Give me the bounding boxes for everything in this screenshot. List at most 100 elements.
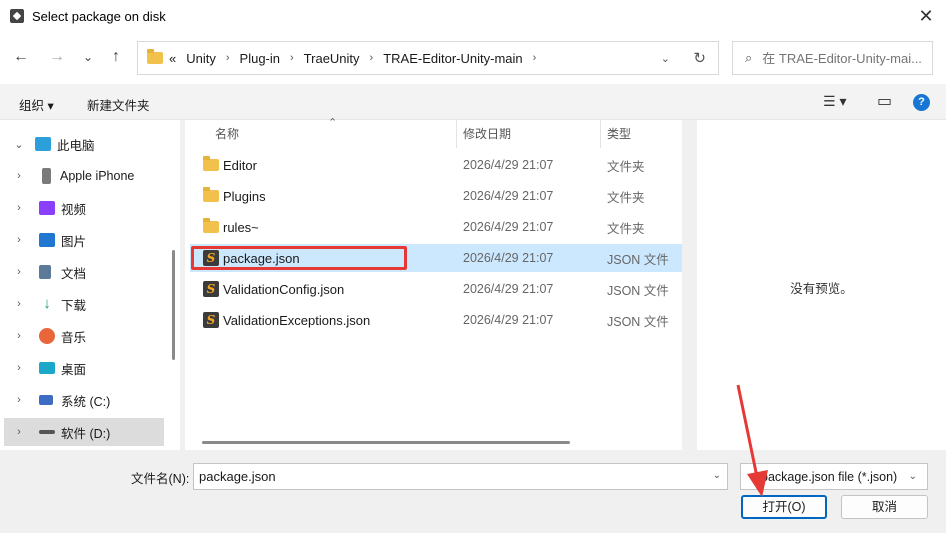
address-bar[interactable]: « Unity › Plug-in › TraeUnity › TRAE-Edi…: [137, 41, 719, 75]
back-arrow-icon[interactable]: ←: [10, 46, 32, 68]
chevron-down-icon[interactable]: ⌄: [909, 471, 917, 482]
file-name: ValidationConfig.json: [223, 281, 345, 297]
column-divider[interactable]: [456, 120, 457, 148]
folder-icon: [147, 49, 163, 64]
preview-pane-icon[interactable]: ▭: [877, 91, 892, 111]
sidebar-item-label: 视频: [61, 202, 87, 217]
help-icon[interactable]: ?: [913, 94, 930, 111]
file-name: Editor: [223, 157, 257, 173]
file-type: JSON 文件: [607, 314, 669, 329]
chevron-right-icon[interactable]: ›: [9, 234, 29, 246]
recent-locations-icon[interactable]: ⌄: [77, 46, 99, 68]
sidebar-item-apple-iphone[interactable]: › Apple iPhone: [4, 162, 164, 190]
search-box[interactable]: ⌕: [732, 41, 933, 75]
column-header-date[interactable]: 修改日期: [463, 120, 511, 146]
sidebar-item-label: 文档: [61, 266, 87, 281]
overflow-icon[interactable]: «: [169, 51, 176, 66]
navigation-pane: ⌄ 此电脑 › Apple iPhone › 视频 › 图片 › 文档 › ↓ …: [0, 120, 180, 450]
column-header-type[interactable]: 类型: [607, 120, 631, 146]
chevron-down-icon[interactable]: ⌄: [713, 470, 721, 481]
sidebar-item-label: 下载: [61, 298, 87, 313]
phone-icon: [42, 168, 51, 184]
file-date: 2026/4/29 21:07: [463, 220, 554, 234]
file-row[interactable]: S ValidationConfig.json 2026/4/29 21:07 …: [190, 275, 682, 303]
dialog-footer: 文件名(N): ⌄ package.json file (*.json) ⌄ 打…: [0, 450, 946, 533]
sidebar-item-pictures[interactable]: › 图片: [4, 226, 164, 254]
filename-input[interactable]: [199, 469, 699, 484]
chevron-right-icon[interactable]: ›: [9, 394, 29, 406]
sidebar-item-label: 音乐: [61, 330, 87, 345]
sidebar-item-downloads[interactable]: › ↓ 下载: [4, 290, 164, 318]
file-date: 2026/4/29 21:07: [463, 251, 554, 265]
chevron-down-icon[interactable]: ⌄: [9, 138, 29, 151]
chevron-right-icon[interactable]: ›: [9, 202, 29, 214]
chevron-right-icon[interactable]: ›: [226, 52, 230, 64]
sublime-json-icon: S: [203, 281, 219, 297]
breadcrumb-plug-in[interactable]: Plug-in: [240, 51, 280, 66]
breadcrumb-trae-editor-unity-main[interactable]: TRAE-Editor-Unity-main: [383, 51, 522, 66]
pictures-icon: [39, 233, 55, 247]
file-name: package.json: [223, 250, 300, 266]
chevron-right-icon[interactable]: ›: [9, 298, 29, 310]
folder-icon: [203, 187, 219, 202]
file-date: 2026/4/29 21:07: [463, 158, 554, 172]
file-type: JSON 文件: [607, 283, 669, 298]
navigation-bar: ← → ⌄ ↑ « Unity › Plug-in › TraeUnity › …: [0, 32, 946, 84]
sublime-json-icon: S: [203, 312, 219, 328]
sidebar-item-documents[interactable]: › 文档: [4, 258, 164, 286]
file-date: 2026/4/29 21:07: [463, 189, 554, 203]
search-input[interactable]: [762, 50, 923, 66]
chevron-right-icon[interactable]: ›: [9, 426, 29, 438]
search-icon: ⌕: [745, 50, 753, 65]
sidebar-scrollbar[interactable]: [172, 250, 175, 360]
sort-ascending-icon: ⌃: [328, 117, 338, 129]
file-date: 2026/4/29 21:07: [463, 282, 554, 296]
music-icon: [39, 328, 55, 344]
chevron-right-icon[interactable]: ›: [9, 362, 29, 374]
filename-field[interactable]: ⌄: [193, 463, 728, 490]
sidebar-item-label: 桌面: [61, 362, 87, 377]
chevron-right-icon[interactable]: ›: [370, 52, 374, 64]
up-arrow-icon[interactable]: ↑: [105, 46, 127, 68]
preview-pane: 没有预览。: [697, 120, 946, 450]
chevron-right-icon[interactable]: ›: [290, 52, 294, 64]
forward-arrow-icon[interactable]: →: [46, 46, 68, 68]
chevron-right-icon[interactable]: ›: [533, 52, 537, 64]
chevron-right-icon[interactable]: ›: [9, 170, 29, 182]
sidebar-item-music[interactable]: › 音乐: [4, 322, 164, 350]
cancel-button[interactable]: 取消: [841, 495, 928, 519]
sidebar-item-software-d[interactable]: › 软件 (D:): [4, 418, 164, 446]
sidebar-item-this-pc[interactable]: ⌄ 此电脑: [4, 130, 164, 158]
organize-menu[interactable]: 组织 ▾: [19, 95, 54, 114]
window-title: Select package on disk: [32, 8, 166, 24]
file-row[interactable]: rules~ 2026/4/29 21:07 文件夹: [190, 213, 682, 241]
breadcrumb-traeunity[interactable]: TraeUnity: [304, 51, 360, 66]
drive-icon: [39, 395, 53, 405]
sidebar-item-videos[interactable]: › 视频: [4, 194, 164, 222]
file-row[interactable]: Editor 2026/4/29 21:07 文件夹: [190, 151, 682, 179]
file-row[interactable]: Plugins 2026/4/29 21:07 文件夹: [190, 182, 682, 210]
close-icon[interactable]: ✕: [914, 4, 938, 28]
sidebar-item-system-c[interactable]: › 系统 (C:): [4, 386, 164, 414]
address-dropdown-icon[interactable]: ⌄: [661, 52, 670, 65]
file-type-filter[interactable]: package.json file (*.json) ⌄: [740, 463, 928, 490]
file-row-selected[interactable]: S package.json 2026/4/29 21:07 JSON 文件: [190, 244, 682, 272]
column-divider[interactable]: [600, 120, 601, 148]
view-options-icon[interactable]: ☰ ▾: [823, 93, 846, 110]
file-name: ValidationExceptions.json: [223, 312, 371, 328]
file-row[interactable]: S ValidationExceptions.json 2026/4/29 21…: [190, 306, 682, 334]
chevron-right-icon[interactable]: ›: [9, 266, 29, 278]
sidebar-item-desktop[interactable]: › 桌面: [4, 354, 164, 382]
video-icon: [39, 201, 55, 215]
unity-app-icon: [10, 9, 24, 23]
open-button[interactable]: 打开(O): [741, 495, 827, 519]
filename-label: 文件名(N):: [131, 472, 190, 486]
refresh-icon[interactable]: ↻: [693, 49, 706, 67]
folder-icon: [203, 218, 219, 233]
file-type: JSON 文件: [607, 252, 669, 267]
chevron-right-icon[interactable]: ›: [9, 330, 29, 342]
breadcrumb-unity[interactable]: Unity: [186, 51, 216, 66]
column-header-name[interactable]: 名称: [215, 120, 239, 146]
horizontal-scrollbar[interactable]: [202, 441, 570, 444]
new-folder-button[interactable]: 新建文件夹: [87, 95, 150, 114]
